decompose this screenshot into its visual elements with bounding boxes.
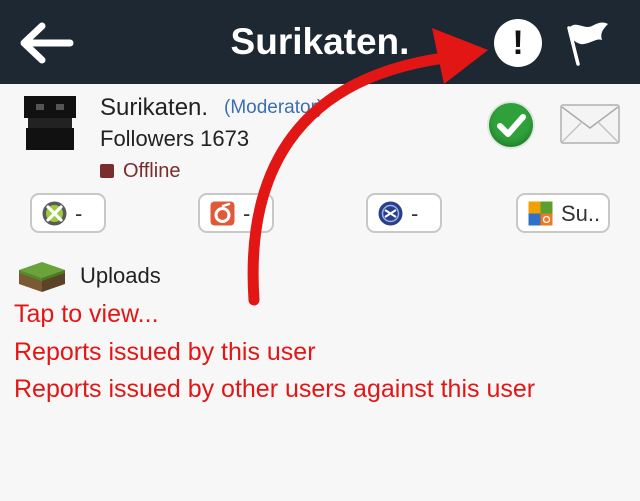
- exclamation-icon: !: [512, 24, 524, 62]
- gamer-tag-value: -: [411, 201, 419, 226]
- gamer-tag-xbox[interactable]: -: [30, 193, 106, 233]
- gamer-tag-game-center[interactable]: Su..: [516, 193, 610, 233]
- gamer-tag-value: Su..: [561, 201, 601, 226]
- message-button[interactable]: [560, 104, 620, 144]
- origin-icon: [210, 201, 235, 226]
- gamer-tag-value: -: [243, 201, 251, 226]
- followers-label: Followers: [100, 126, 195, 151]
- xbox-icon: [42, 201, 67, 226]
- status-text: Offline: [123, 160, 181, 182]
- avatar-image: [22, 96, 78, 152]
- uploads-button[interactable]: [18, 262, 66, 292]
- annotation-line: Reports issued by other users against th…: [14, 375, 536, 403]
- annotation-line: Tap to view...: [14, 300, 159, 328]
- playstation-network-icon: [378, 201, 403, 226]
- flag-button[interactable]: [562, 16, 612, 68]
- username: Surikaten.: [100, 94, 209, 121]
- follow-button[interactable]: [489, 103, 533, 147]
- avatar[interactable]: [22, 96, 78, 152]
- flag-icon: [567, 22, 608, 66]
- navigation-bar: Surikaten. !: [0, 0, 640, 84]
- gamer-tag-value: -: [75, 201, 83, 226]
- checkmark-icon: [497, 114, 526, 137]
- annotation-line: Reports issued by this user: [14, 338, 316, 366]
- gamer-tag-origin[interactable]: -: [198, 193, 274, 233]
- reports-button[interactable]: !: [494, 19, 542, 67]
- envelope-icon: [560, 104, 620, 144]
- status-dot-icon: [100, 164, 114, 178]
- gamer-tag-playstation[interactable]: -: [366, 193, 442, 233]
- game-center-icon: [528, 201, 553, 226]
- page-title: Surikaten.: [230, 21, 410, 62]
- uploads-label[interactable]: Uploads: [80, 263, 161, 289]
- followers-count: 1673: [200, 126, 250, 151]
- role-link[interactable]: (Moderator): [224, 97, 323, 119]
- grass-block-icon: [19, 262, 65, 292]
- status-indicator: Offline: [100, 160, 180, 183]
- followers: Followers 1673: [100, 126, 249, 152]
